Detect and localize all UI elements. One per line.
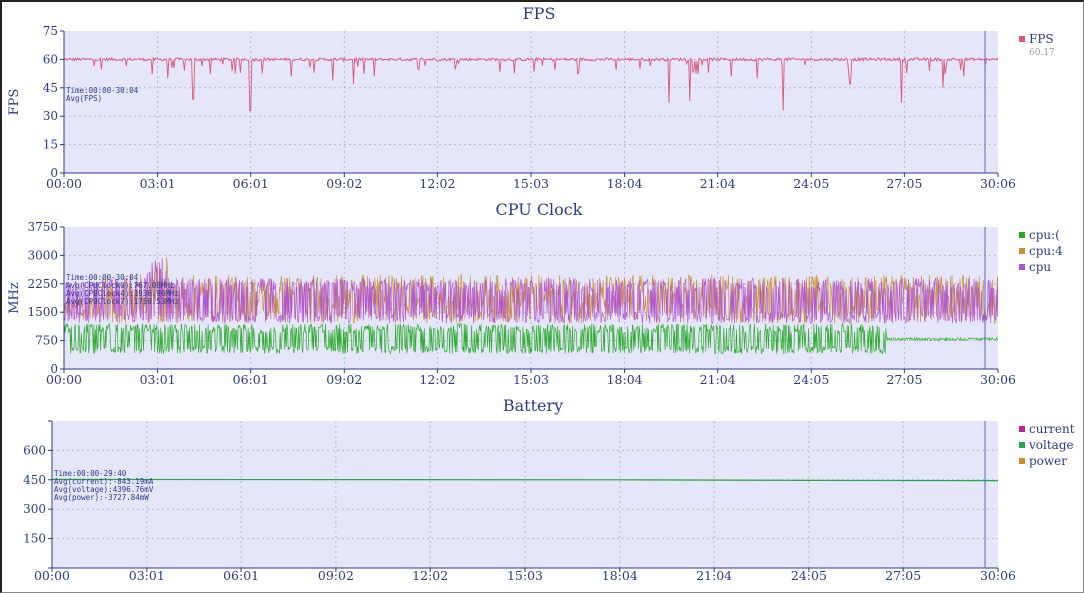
x-tick-label: 00:00	[46, 176, 82, 191]
x-tick-label: 21:04	[700, 372, 736, 387]
y-tick-label: 750	[35, 334, 58, 348]
chart-title: Battery	[503, 396, 563, 415]
x-tick-label: 06:01	[223, 568, 259, 583]
x-tick-label: 21:04	[700, 176, 736, 191]
y-tick-label: 15	[43, 138, 58, 152]
chart-battery: Battery 150 300 450 600 00:00 03:01 06:01 09:02 1…	[23, 396, 1075, 583]
x-tick-label: 06:01	[233, 372, 269, 387]
x-tick-label: 21:04	[696, 568, 732, 583]
x-tick-label: 03:01	[140, 372, 176, 387]
legend-label: current	[1029, 422, 1075, 436]
y-tick-label: 75	[43, 24, 58, 38]
x-tick-label: 27:05	[886, 176, 922, 191]
plot-area	[52, 421, 998, 568]
x-tick-label: 27:05	[885, 568, 921, 583]
legend-swatch	[1019, 458, 1025, 464]
x-tick-label: 06:01	[233, 176, 269, 191]
legend-label: cpu:(	[1029, 228, 1060, 242]
legend-label: cpu:4	[1029, 244, 1063, 258]
legend-swatch	[1019, 232, 1025, 238]
chart-fps: FPS0153045607500:00 03:01 06:01 09:02 12:02 1…	[7, 4, 1055, 191]
x-tick-label: 09:02	[318, 568, 354, 583]
legend-label: voltage	[1028, 438, 1074, 452]
chart-cpu-clock: CPU Clock0750150022503000375000:00 03:01 0…	[7, 200, 1063, 387]
legend-value: 60.17	[1029, 48, 1055, 58]
legend-label: FPS	[1029, 32, 1054, 46]
x-tick-label: 00:00	[46, 372, 82, 387]
y-axis-label: FPS	[7, 89, 22, 116]
x-tick-label: 24:05	[793, 372, 829, 387]
annotation-line: Avg(FPS)	[66, 94, 102, 103]
legend-swatch	[1019, 248, 1025, 254]
y-tick-label: 2250	[27, 277, 58, 291]
x-tick-label: 12:02	[419, 176, 455, 191]
x-tick-label: 15:03	[513, 372, 549, 387]
x-tick-label: 30:06	[980, 372, 1016, 387]
x-tick-label: 18:04	[602, 568, 638, 583]
x-tick-label: 24:05	[793, 176, 829, 191]
x-tick-label: 18:04	[607, 372, 643, 387]
legend-swatch	[1019, 442, 1025, 448]
x-tick-label: 15:03	[513, 176, 549, 191]
y-tick-label: 1500	[27, 305, 58, 319]
annotation-line: Avg(power):-3727.84mW	[54, 493, 149, 502]
legend-swatch	[1019, 36, 1025, 42]
y-tick-label: 45	[43, 81, 58, 95]
y-tick-label: 3000	[27, 248, 58, 262]
x-tick-label: 12:02	[419, 372, 455, 387]
legend-swatch	[1019, 426, 1025, 432]
y-tick-label: 30	[43, 109, 58, 123]
annotation-line: Avg(CPUClock7):1750.53MHz	[66, 297, 179, 306]
y-tick-label: 600	[23, 443, 46, 457]
x-tick-label: 24:05	[791, 568, 827, 583]
chart-title: FPS	[523, 4, 556, 23]
x-tick-label: 09:02	[326, 372, 362, 387]
chart-title: CPU Clock	[496, 200, 583, 219]
x-tick-label: 03:01	[129, 568, 165, 583]
y-axis-label: MHz	[7, 282, 22, 314]
y-tick-label: 150	[23, 532, 46, 546]
legend-label: cpu	[1029, 260, 1051, 274]
y-tick-label: 450	[23, 473, 46, 487]
x-tick-label: 27:05	[886, 372, 922, 387]
performance-charts: FPS0153045607500:00 03:01 06:01 09:02 12:02 1…	[7, 4, 1075, 583]
x-tick-label: 12:02	[412, 568, 448, 583]
legend-label: power	[1029, 454, 1067, 468]
x-tick-label: 03:01	[140, 176, 176, 191]
x-tick-label: 30:06	[980, 568, 1016, 583]
y-tick-label: 300	[23, 502, 46, 516]
x-tick-label: 15:03	[507, 568, 543, 583]
legend-swatch	[1019, 264, 1025, 270]
y-tick-label: 3750	[27, 220, 58, 234]
x-tick-label: 18:04	[607, 176, 643, 191]
x-tick-label: 09:02	[326, 176, 362, 191]
x-tick-label: 30:06	[980, 176, 1016, 191]
x-tick-label: 00:00	[34, 568, 70, 583]
y-tick-label: 60	[43, 52, 58, 66]
